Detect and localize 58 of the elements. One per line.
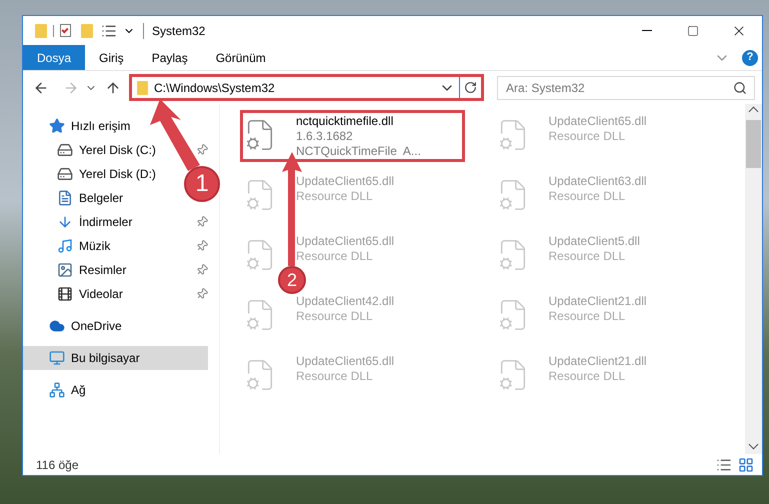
address-bar[interactable]: C:\Windows\System32 — [129, 74, 484, 101]
scrollbar[interactable] — [745, 104, 762, 454]
window-title: System32 — [152, 22, 206, 40]
file-detail: Resource DLL — [548, 309, 626, 324]
file-detail: Resource DLL — [548, 129, 626, 144]
picture-icon — [57, 262, 73, 278]
file-detail: Resource DLL — [548, 249, 626, 264]
large-icons-view-icon[interactable] — [738, 456, 754, 472]
computer-icon — [49, 350, 65, 366]
file-detail: NCTQuickTimeFile A... — [296, 144, 421, 159]
ribbon-tab[interactable]: Görünüm — [202, 45, 280, 70]
download-icon — [57, 214, 73, 230]
nav-item[interactable]: Belgeler — [23, 186, 130, 210]
cloud-icon — [49, 318, 65, 334]
nav-item[interactable]: Yerel Disk (C:) — [23, 138, 162, 162]
nav-item[interactable]: Ağ — [23, 378, 92, 402]
file-detail: Resource DLL — [548, 369, 626, 384]
help-button[interactable]: ? — [742, 50, 758, 66]
nav-item[interactable]: Yerel Disk (D:) — [23, 162, 162, 186]
details-view-icon[interactable] — [716, 456, 732, 472]
drive-icon — [57, 142, 73, 158]
maximize-icon — [687, 24, 699, 36]
nav-item[interactable]: Müzik — [23, 234, 116, 258]
nav-item[interactable]: İndirmeler — [23, 210, 138, 234]
search-icon — [733, 80, 747, 94]
file-detail: Resource DLL — [548, 189, 626, 204]
scrollbar-thumb[interactable] — [746, 120, 761, 168]
document-icon — [57, 190, 73, 206]
ribbon-tab[interactable]: Dosya — [23, 45, 86, 70]
drive-icon — [57, 166, 73, 182]
view-options-icon[interactable] — [101, 22, 117, 38]
nav-item[interactable]: OneDrive — [23, 314, 128, 338]
film-icon — [57, 286, 73, 302]
file-detail: Resource DLL — [296, 309, 374, 324]
nav-item[interactable]: Bu bilgisayar — [23, 346, 208, 370]
file-item[interactable]: nctquicktimefile.dll 1.6.3.1682 NCTQuickTimeFile A... — [240, 110, 465, 162]
minimize-icon — [642, 30, 652, 31]
nav-item[interactable]: Resimler — [23, 258, 132, 282]
nav-item[interactable]: Videolar — [23, 282, 129, 306]
ribbon-tab[interactable]: Giriş — [85, 45, 138, 70]
search-field[interactable]: Ara: System32 — [497, 76, 755, 100]
properties-icon[interactable] — [60, 24, 71, 37]
up-icon[interactable] — [105, 80, 121, 96]
network-icon — [49, 382, 65, 398]
nav-item[interactable]: Hızlı erişim — [23, 114, 136, 138]
star-icon — [49, 118, 65, 134]
file-detail: Resource DLL — [296, 369, 374, 384]
refresh-icon[interactable] — [464, 81, 477, 94]
file-detail: Resource DLL — [296, 189, 374, 204]
item-count: 116 öğe — [36, 456, 78, 474]
file-detail: 1.6.3.1682 — [296, 129, 354, 144]
file-name[interactable]: nctquicktimefile.dll — [296, 114, 421, 129]
back-icon[interactable] — [33, 80, 49, 96]
music-note-icon — [57, 238, 73, 254]
forward-icon[interactable] — [63, 80, 79, 96]
folder-icon — [137, 80, 148, 94]
ribbon-tab[interactable]: Paylaş — [138, 45, 202, 70]
file-detail: Resource DLL — [296, 249, 374, 264]
